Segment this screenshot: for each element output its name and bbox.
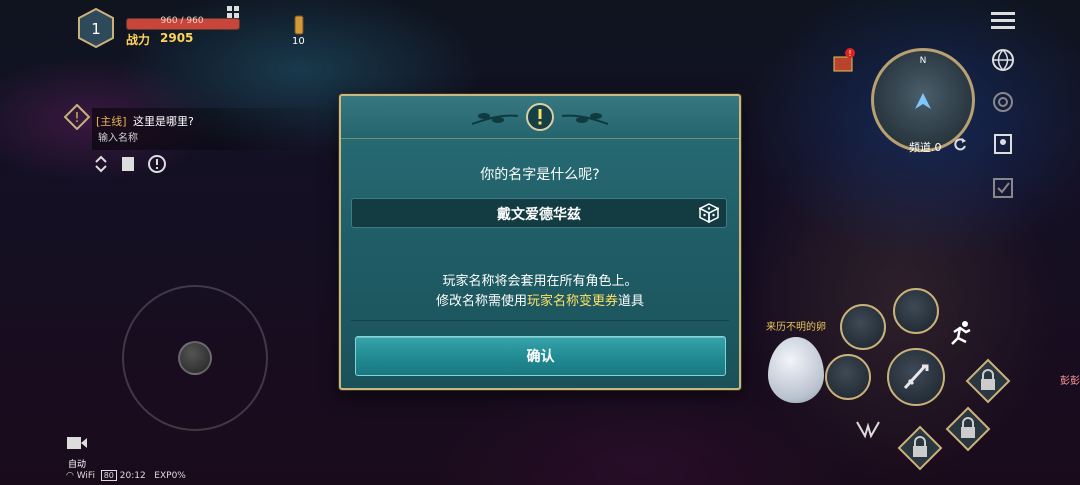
auto-play-icon[interactable] bbox=[66, 434, 88, 452]
skill-button-3[interactable] bbox=[825, 354, 871, 400]
quest-marker-icon: ! bbox=[64, 104, 90, 130]
locked-skill-2[interactable] bbox=[945, 406, 991, 452]
event-gift-icon[interactable]: ! bbox=[830, 48, 856, 74]
lock-icon bbox=[981, 379, 995, 390]
power-label: 战力 bbox=[126, 33, 151, 47]
refresh-channel-icon[interactable] bbox=[953, 137, 967, 151]
hp-text: 960 / 960 bbox=[160, 16, 204, 26]
grid-menu-icon[interactable] bbox=[226, 5, 240, 19]
dialog-info-line-1: 玩家名称将会套用在所有角色上。 bbox=[442, 274, 638, 289]
leaf-ornament-left-icon bbox=[471, 113, 519, 125]
level-badge[interactable]: 1 bbox=[76, 8, 116, 48]
spiral-icon[interactable] bbox=[991, 90, 1015, 114]
locked-skill-1[interactable] bbox=[965, 358, 1011, 404]
rename-ticket-highlight: 玩家名称变更券 bbox=[526, 294, 618, 309]
globe-icon[interactable] bbox=[991, 48, 1015, 72]
npc-name-label: 彭彭 bbox=[1060, 376, 1080, 387]
expand-collapse-icon[interactable] bbox=[95, 155, 107, 173]
svg-text:!: ! bbox=[74, 111, 79, 126]
hamburger-menu-icon[interactable] bbox=[990, 10, 1016, 32]
info-prefix: 修改名称需使用 bbox=[435, 294, 527, 309]
locked-skill-3[interactable] bbox=[897, 425, 943, 471]
quest-tag: [主线] bbox=[96, 115, 127, 128]
channel-label: 频道.0 bbox=[909, 141, 942, 154]
power-value: 2905 bbox=[160, 31, 194, 45]
random-dice-icon[interactable] bbox=[699, 203, 719, 223]
attack-button[interactable] bbox=[887, 348, 945, 406]
dodge-run-icon[interactable] bbox=[946, 318, 976, 348]
level-number: 1 bbox=[91, 20, 101, 38]
info-icon[interactable] bbox=[148, 155, 166, 173]
dialog-question: 你的名字是什么呢? bbox=[480, 167, 600, 183]
player-marker-icon bbox=[915, 93, 931, 109]
quest-tools bbox=[94, 154, 184, 178]
quest-subtitle: 输入名称 bbox=[98, 133, 138, 144]
potion-icon[interactable] bbox=[292, 14, 306, 36]
battery-indicator: 80 bbox=[100, 470, 117, 481]
character-icon[interactable] bbox=[991, 132, 1015, 156]
quest-title: 这里是哪里? bbox=[133, 115, 194, 128]
leaf-ornament-right-icon bbox=[561, 113, 609, 125]
confirm-button-label[interactable]: 确认 bbox=[355, 346, 726, 366]
lock-icon bbox=[913, 446, 927, 457]
info-suffix: 道具 bbox=[618, 294, 645, 309]
player-name-value[interactable]: 戴文爱德华兹 bbox=[351, 204, 727, 224]
potion-count: 10 bbox=[292, 36, 305, 47]
lock-icon bbox=[961, 427, 975, 438]
auto-play-label: 自动 bbox=[68, 460, 87, 470]
book-icon[interactable] bbox=[122, 157, 134, 171]
alert-icon bbox=[526, 103, 554, 131]
dialog-divider bbox=[351, 320, 729, 321]
wifi-label: WiFi bbox=[76, 471, 95, 481]
wing-skill-icon[interactable] bbox=[855, 418, 881, 440]
svg-text:!: ! bbox=[848, 49, 851, 58]
minimap-north-label: N bbox=[920, 56, 927, 66]
checklist-icon[interactable] bbox=[991, 176, 1015, 200]
sword-icon bbox=[903, 364, 929, 390]
wifi-icon: ◠ bbox=[66, 471, 74, 481]
status-bar: ◠ WiFi 80 20:12 EXP0% bbox=[66, 470, 186, 481]
dialog-info-line-2: 修改名称需使用玩家名称变更券道具 bbox=[341, 290, 739, 309]
skill-button-2[interactable] bbox=[893, 288, 939, 334]
exp-label: EXP0% bbox=[154, 471, 186, 481]
skill-button-1[interactable] bbox=[840, 304, 886, 350]
egg-name-label: 来历不明的卵 bbox=[766, 322, 826, 333]
joystick-knob[interactable] bbox=[178, 341, 212, 375]
clock: 20:12 bbox=[119, 471, 146, 481]
